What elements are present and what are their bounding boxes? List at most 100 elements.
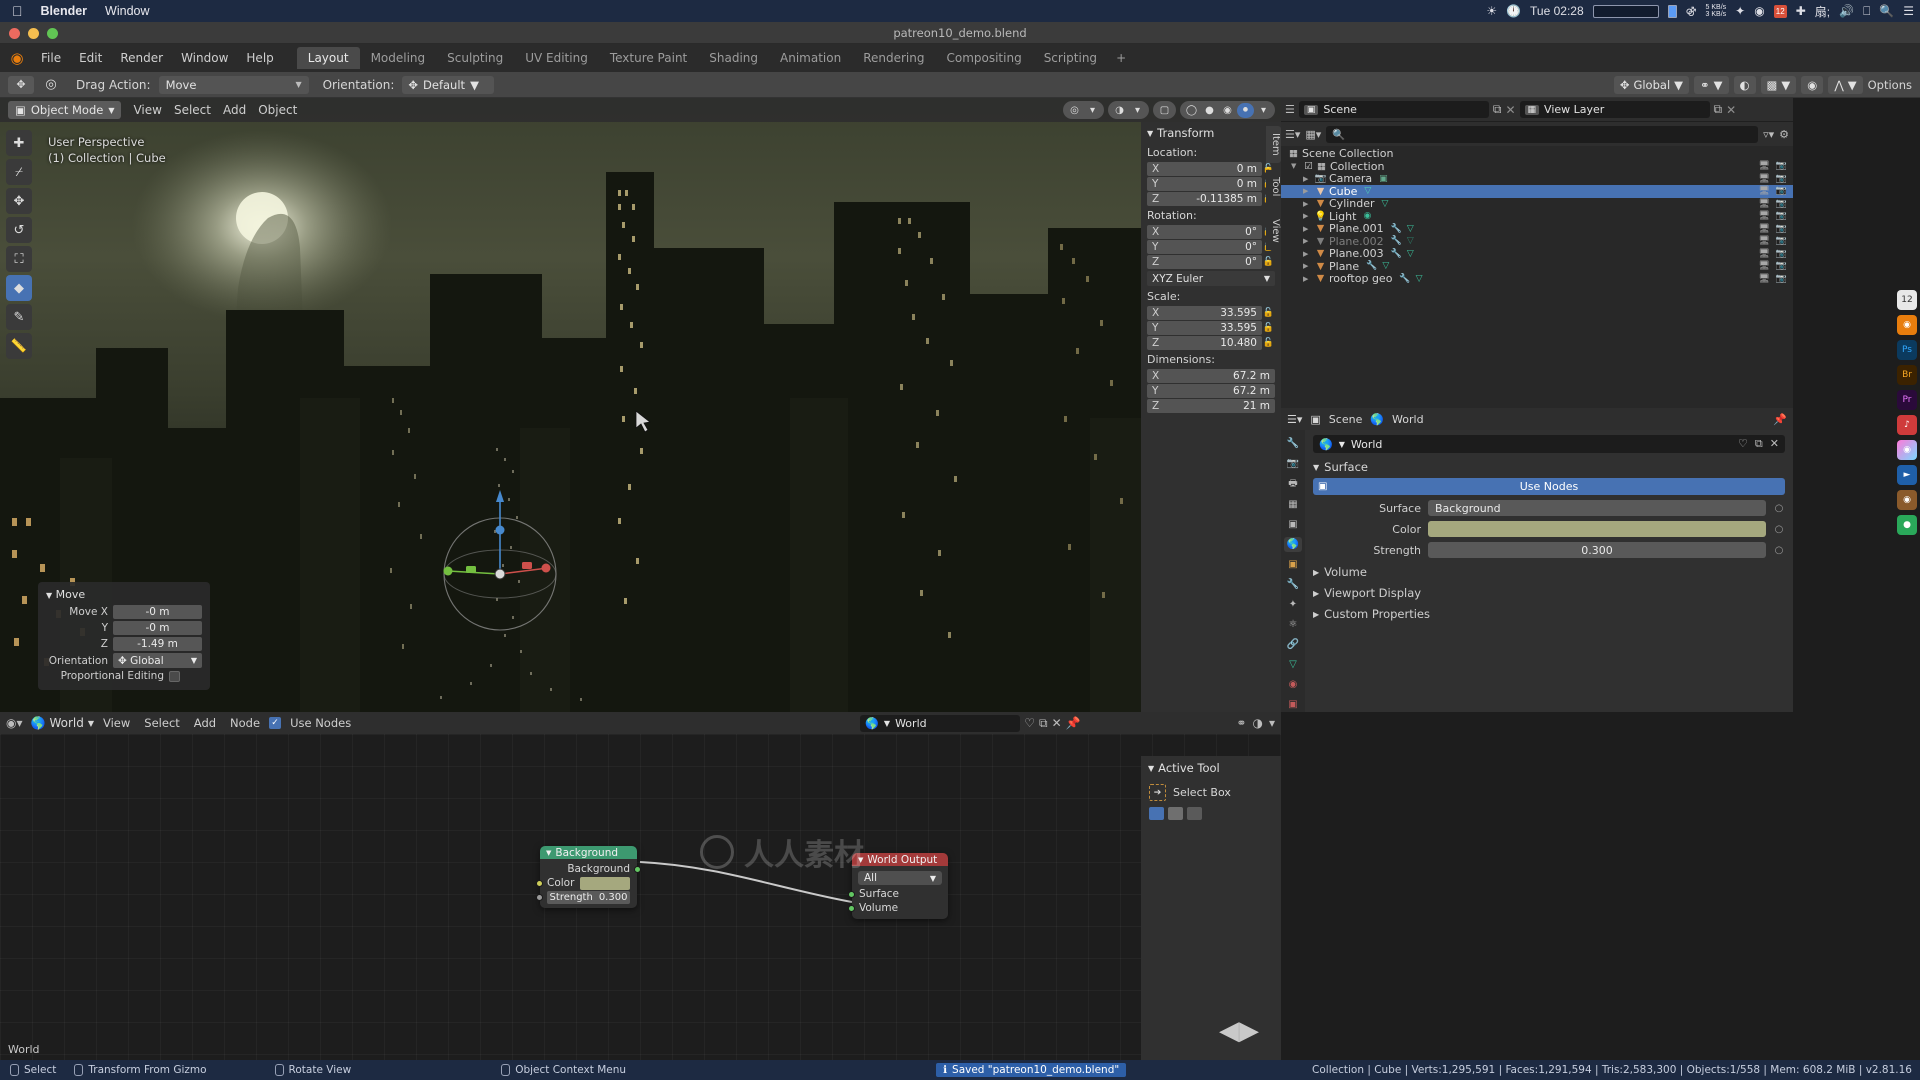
disclosure-triangle-icon[interactable]: ▶: [1303, 175, 1314, 183]
hide-in-viewport-icon[interactable]: 🖥: [1758, 199, 1769, 209]
node-surface-input-row[interactable]: Surface: [848, 887, 948, 901]
rendered-shading-icon[interactable]: ⚫: [1237, 102, 1254, 118]
node-target-dropdown[interactable]: All ▼: [858, 871, 942, 885]
modifier-icon[interactable]: 🔧: [1391, 236, 1402, 246]
snap-magnet-toggle[interactable]: ⚭ ▼: [1694, 75, 1729, 94]
outliner-row-plane-002[interactable]: ▶ ▼ Plane.002 🔧 ▽ 🖥 📷: [1281, 235, 1793, 248]
show-gizmo-icon[interactable]: ◎: [1066, 103, 1083, 118]
select-extend-icon[interactable]: [1168, 807, 1183, 820]
rotation-z-row[interactable]: Z 0° 🔓: [1147, 255, 1275, 269]
tab-modeling[interactable]: Modeling: [360, 47, 437, 69]
menu-window[interactable]: Window: [172, 48, 237, 68]
audio-app-icon[interactable]: ◉: [1897, 490, 1917, 510]
restrict-toggles[interactable]: 🖥 📷: [1758, 211, 1787, 221]
node-world-output-header[interactable]: ▼ World Output: [852, 853, 948, 866]
operator-move-y-value[interactable]: -0 m: [113, 621, 202, 635]
annotate-tool-icon[interactable]: ✎: [6, 304, 32, 330]
lock-open-icon[interactable]: 🔓: [1262, 308, 1275, 318]
node-background-header[interactable]: ▼ Background: [540, 846, 637, 859]
node-strength-field[interactable]: Strength 0.300: [547, 890, 630, 904]
node-background-color-row[interactable]: Color: [536, 876, 637, 890]
scene-tab-icon[interactable]: ▣: [1284, 517, 1302, 532]
hide-in-viewport-icon[interactable]: 🖥: [1758, 211, 1769, 221]
disable-in-render-icon[interactable]: 📷: [1776, 174, 1787, 184]
disclosure-triangle-icon[interactable]: ▶: [1303, 212, 1314, 220]
object-tab-icon[interactable]: ▣: [1284, 557, 1302, 572]
input-socket-color[interactable]: [536, 879, 543, 887]
istat-icon[interactable]: ☀: [1486, 4, 1497, 18]
filter-icon[interactable]: ▿▾: [1763, 128, 1774, 141]
hide-in-viewport-icon[interactable]: 🖥: [1758, 261, 1769, 271]
proportional-edit-toggle[interactable]: ▩ ▼: [1760, 75, 1797, 94]
restrict-toggles[interactable]: 🖥 📷: [1758, 274, 1787, 284]
outliner-item-extras[interactable]: ▽: [1364, 186, 1371, 196]
viewport-menu-select[interactable]: Select: [174, 103, 211, 117]
view-layer-tab-icon[interactable]: ▦: [1284, 497, 1302, 512]
disable-in-render-icon[interactable]: 📷: [1776, 186, 1787, 196]
outliner-editor-type-icon[interactable]: ☰▾: [1285, 128, 1300, 141]
node-pagination-arrows[interactable]: ◀▶: [1219, 1016, 1259, 1046]
hide-in-viewport-icon[interactable]: 🖥: [1758, 174, 1769, 184]
duplicate-icon[interactable]: ⧉: [1755, 437, 1763, 451]
location-x-field[interactable]: X 0 m: [1147, 162, 1262, 176]
notification-center-icon[interactable]: ☰: [1903, 4, 1914, 18]
move-tool-icon[interactable]: ✥: [6, 188, 32, 214]
location-y-field[interactable]: Y 0 m: [1147, 177, 1262, 191]
menu-file[interactable]: File: [32, 48, 70, 68]
disclosure-triangle-icon[interactable]: ▶: [1303, 237, 1314, 245]
overlay-icon[interactable]: ◑: [1252, 716, 1262, 730]
custom-properties-section-header[interactable]: ▶ Custom Properties: [1313, 607, 1785, 621]
chevron-down-icon[interactable]: ▼: [884, 719, 890, 728]
dimensions-x-field[interactable]: X 67.2 m: [1147, 369, 1275, 383]
physics-tab-icon[interactable]: ⚛: [1284, 617, 1302, 632]
new-scene-icon[interactable]: ⧉: [1493, 102, 1502, 117]
use-nodes-button[interactable]: ▣ Use Nodes: [1313, 478, 1785, 495]
green-app-icon[interactable]: ●: [1897, 515, 1917, 535]
proportional-editing-checkbox[interactable]: [169, 670, 180, 682]
volume-icon[interactable]: 🔊: [1839, 4, 1854, 18]
active-tool-row[interactable]: ➔ Select Box: [1141, 780, 1281, 805]
pin-icon[interactable]: 📌: [1773, 413, 1787, 426]
blender-logo-icon[interactable]: ◉: [8, 49, 26, 67]
operator-move-x-value[interactable]: -0 m: [113, 605, 202, 619]
scale-x-field[interactable]: X 33.595: [1147, 306, 1262, 320]
world-name[interactable]: World: [1351, 438, 1383, 451]
rotation-z-field[interactable]: Z 0°: [1147, 255, 1262, 269]
outliner-row-camera[interactable]: ▶ 📷 Camera ▣ 🖥 📷: [1281, 172, 1793, 185]
new-view-layer-icon[interactable]: ⧉: [1714, 102, 1723, 117]
tab-uv-editing[interactable]: UV Editing: [514, 47, 599, 69]
restrict-toggles[interactable]: 🖥 📷: [1758, 174, 1787, 184]
node-background-strength-row[interactable]: Strength 0.300: [536, 890, 637, 904]
chevron-down-icon[interactable]: ▼: [1339, 440, 1345, 449]
viewport-display-section-header[interactable]: ▶ Viewport Display: [1313, 586, 1785, 600]
show-overlays-icon[interactable]: ◑: [1111, 103, 1128, 118]
bluetooth-icon[interactable]: ⚣: [1686, 6, 1697, 17]
viewport-menu-view[interactable]: View: [133, 103, 161, 117]
mesh-data-icon[interactable]: ▽: [1407, 236, 1414, 246]
world-id-block[interactable]: 🌎 ▼ World ♡ ⧉ ✕: [1313, 435, 1785, 453]
animate-property-icon[interactable]: ○: [1773, 545, 1785, 556]
surface-value[interactable]: Background: [1428, 500, 1766, 516]
pivot-point-dropdown[interactable]: ◐: [1733, 75, 1756, 94]
viewport-menu-object[interactable]: Object: [258, 103, 297, 117]
breadcrumb-scene[interactable]: Scene: [1329, 413, 1363, 426]
restrict-toggles[interactable]: 🖥 📷: [1758, 161, 1787, 171]
restrict-toggles[interactable]: 🖥 📷: [1758, 261, 1787, 271]
outliner-item-extras[interactable]: ▣: [1379, 174, 1388, 184]
hide-in-viewport-icon[interactable]: 🖥: [1758, 161, 1769, 171]
measure-tool-icon[interactable]: 📏: [6, 333, 32, 359]
wifi-icon[interactable]: 扇;: [1815, 3, 1830, 20]
modifier-icon[interactable]: 🔧: [1366, 261, 1377, 271]
transform-tool-icon[interactable]: ◆: [6, 275, 32, 301]
render-tab-icon[interactable]: 📷: [1284, 456, 1302, 471]
shader-type-dropdown[interactable]: 🌎 World ▼: [31, 716, 95, 730]
volume-section-header[interactable]: ▶ Volume: [1313, 565, 1785, 579]
restrict-toggles[interactable]: 🖥 📷: [1758, 186, 1787, 196]
operator-move-z-row[interactable]: Z -1.49 m: [46, 637, 202, 651]
node-menu-view[interactable]: View: [98, 716, 135, 730]
hide-in-viewport-icon[interactable]: 🖥: [1758, 274, 1769, 284]
animate-property-icon[interactable]: ○: [1773, 503, 1785, 514]
menubar-clock[interactable]: Tue 02:28: [1530, 4, 1584, 18]
lock-open-icon[interactable]: 🔓: [1262, 257, 1275, 267]
strength-value[interactable]: 0.300: [1428, 542, 1766, 558]
